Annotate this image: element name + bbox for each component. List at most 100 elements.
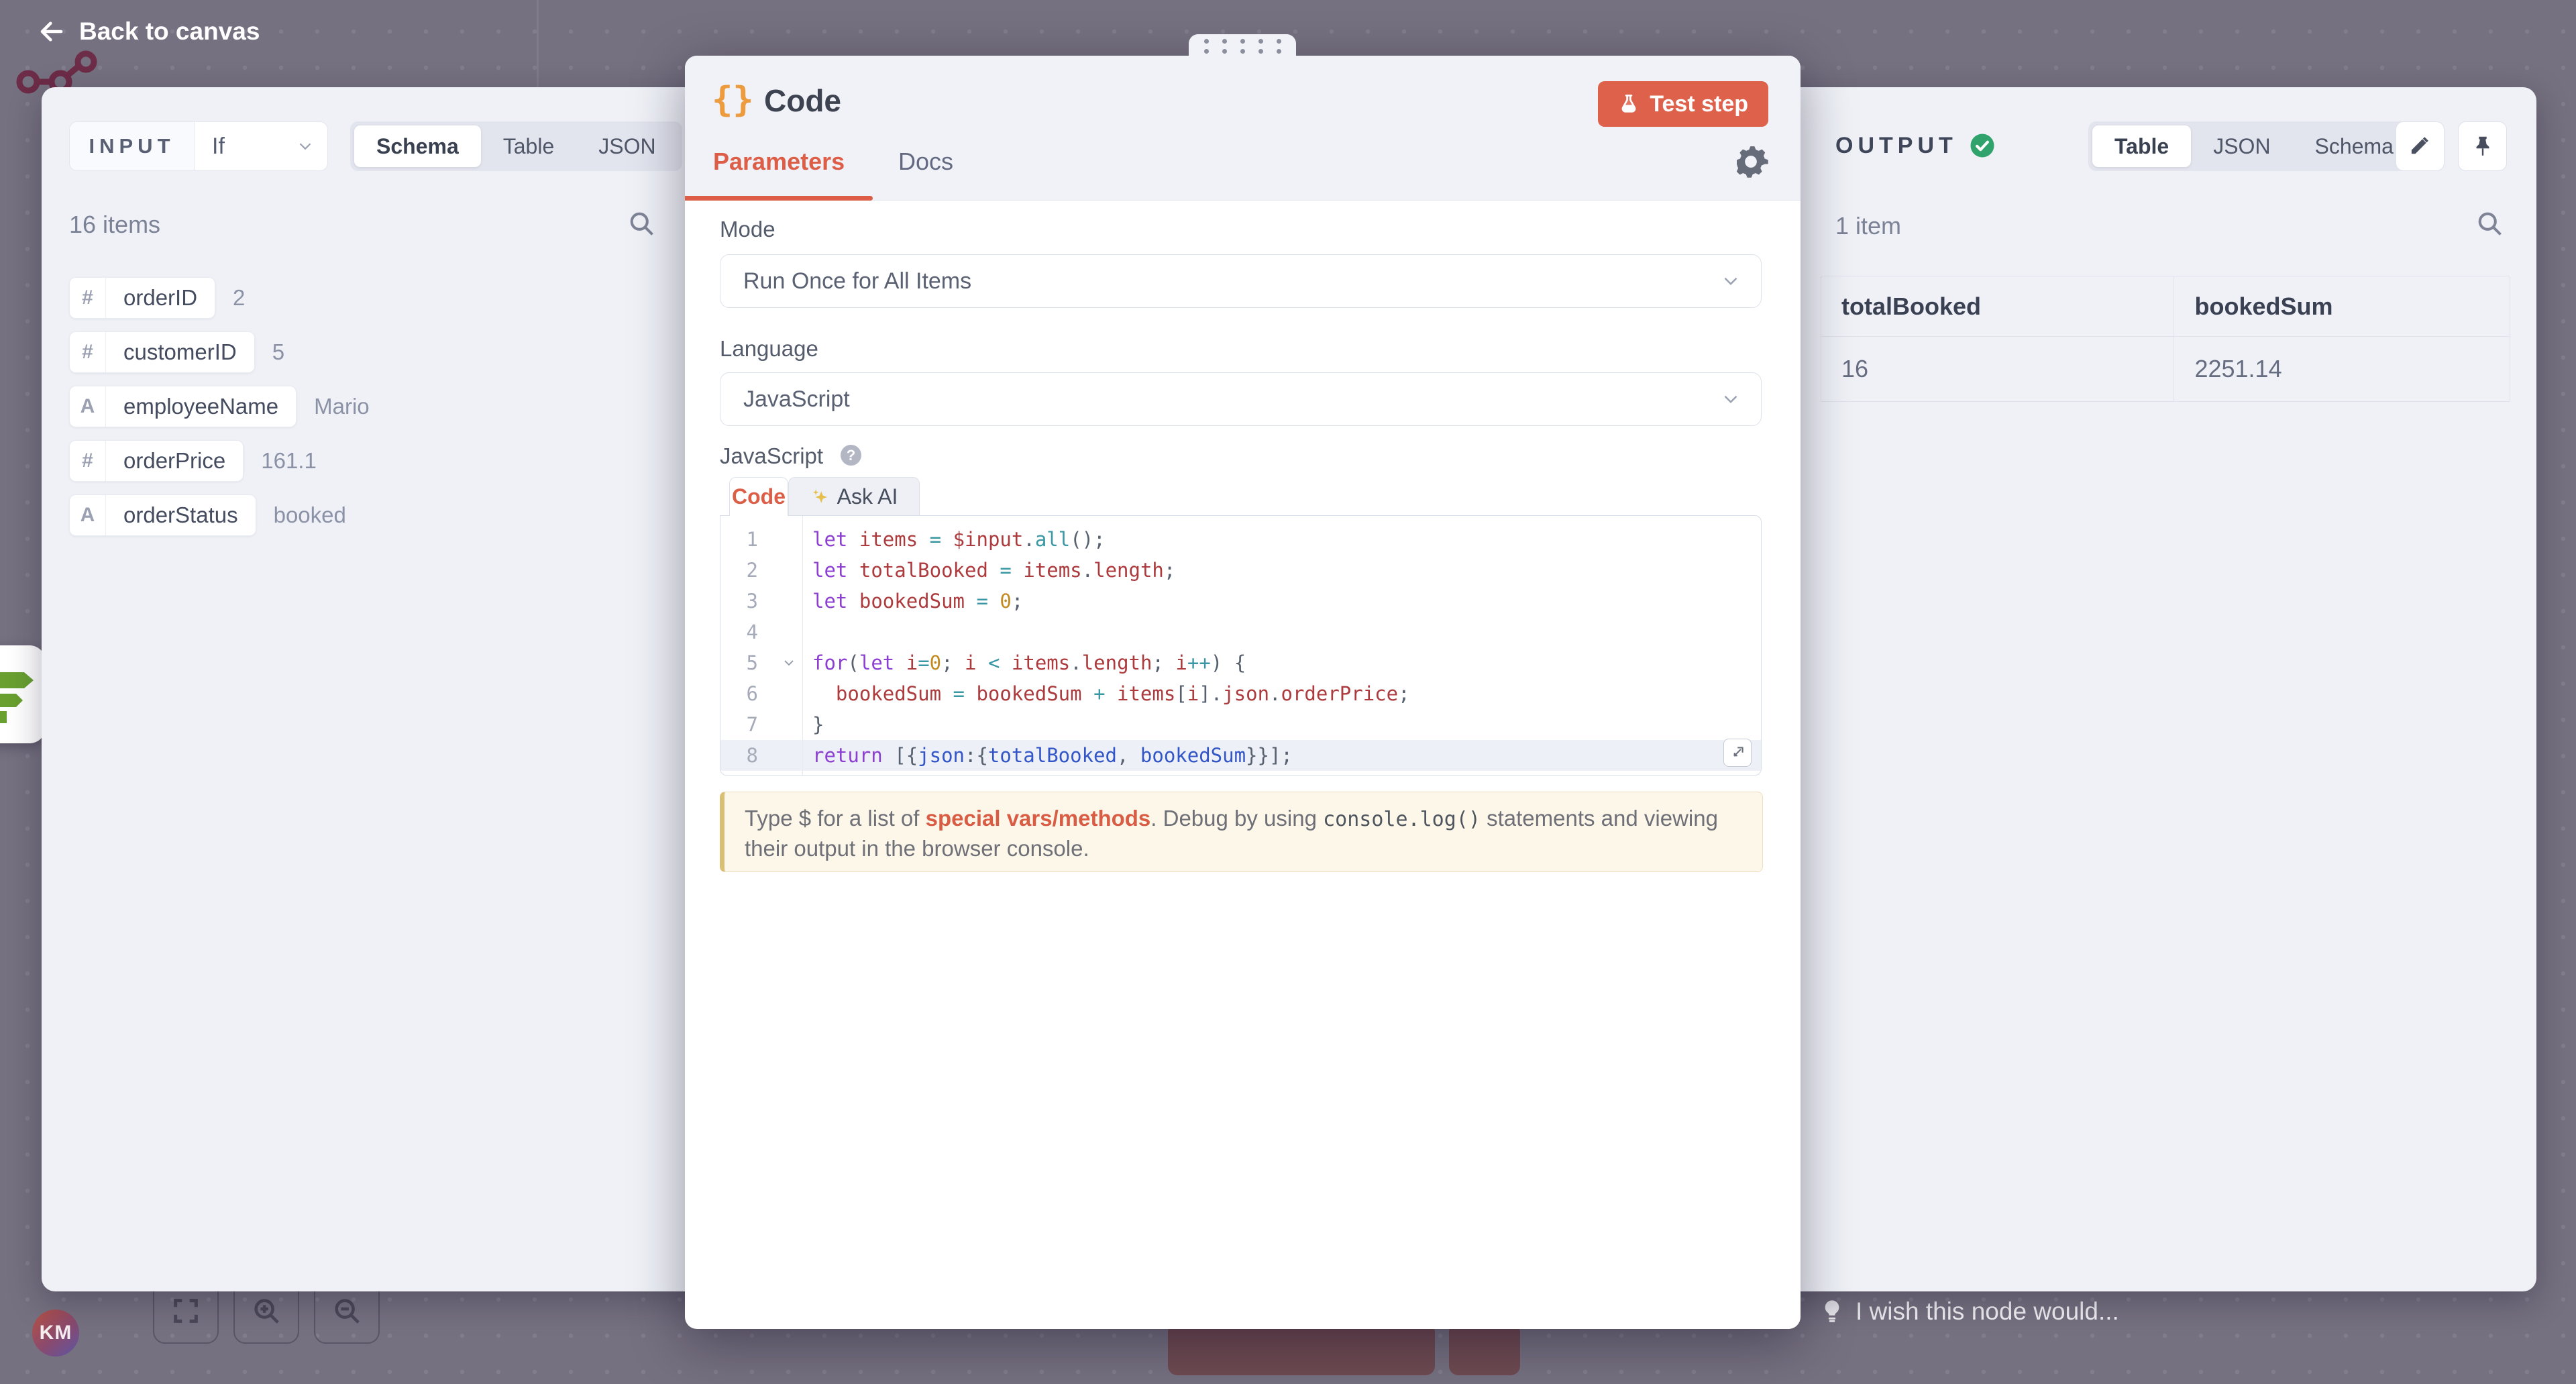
output-tab-table[interactable]: Table: [2092, 125, 2191, 167]
schema-field-pill[interactable]: AemployeeName: [69, 386, 297, 427]
field-value: 161.1: [261, 448, 317, 474]
test-step-button[interactable]: Test step: [1598, 81, 1768, 127]
node-title[interactable]: Code: [764, 83, 841, 119]
pin-icon: [2471, 134, 2495, 158]
output-column-header[interactable]: bookedSum: [2174, 276, 2510, 337]
output-column-header[interactable]: totalBooked: [1821, 276, 2174, 337]
zoom-in-icon: [251, 1295, 282, 1326]
chevron-down-icon: [295, 136, 315, 156]
schema-row[interactable]: #customerID5: [69, 331, 284, 373]
field-name: orderStatus: [106, 502, 256, 528]
code-line: bookedSum = bookedSum + items[i].json.or…: [812, 678, 1754, 709]
output-view-tabs: Table JSON Schema: [2088, 121, 2420, 171]
schema-row[interactable]: AemployeeName Mario: [69, 386, 370, 427]
pin-data-button[interactable]: [2458, 121, 2507, 171]
gutter-divider: [802, 516, 803, 775]
language-select[interactable]: JavaScript: [720, 372, 1762, 426]
code-node-icon: {}: [712, 80, 754, 120]
schema-row[interactable]: #orderPrice 161.1: [69, 440, 317, 482]
schema-field-pill[interactable]: #orderID: [69, 277, 215, 319]
n8n-node-detail-view: { "canvas": { "back_label": "Back to can…: [0, 0, 2576, 1384]
input-source-select[interactable]: INPUT If: [69, 121, 328, 171]
input-tab-json[interactable]: JSON: [576, 125, 678, 167]
back-to-canvas-button[interactable]: Back to canvas: [38, 17, 260, 46]
canvas-sticky-edge: [537, 0, 539, 89]
tab-parameters[interactable]: Parameters: [713, 142, 845, 182]
chevron-down-icon: [1719, 270, 1742, 292]
mode-select[interactable]: Run Once for All Items: [720, 254, 1762, 308]
if-node-peek[interactable]: [0, 645, 46, 743]
schema-row[interactable]: #orderID 2: [69, 277, 245, 319]
field-name: customerID: [106, 339, 254, 365]
gear-icon[interactable]: [1732, 143, 1770, 180]
fold-chevron-icon[interactable]: [781, 655, 797, 671]
back-to-canvas-label: Back to canvas: [79, 17, 260, 46]
output-table-cell[interactable]: 2251.14: [2174, 337, 2510, 402]
lightbulb-icon: [1819, 1297, 1845, 1326]
editor-tab-code[interactable]: Code: [729, 477, 788, 516]
user-avatar[interactable]: KM: [32, 1310, 79, 1356]
modal-header: {} Code Test step Parameters Docs: [685, 56, 1801, 201]
code-line: let bookedSum = 0;: [812, 586, 1754, 617]
line-number: 2: [720, 555, 802, 586]
node-feedback-button[interactable]: I wish this node would...: [1819, 1297, 2119, 1326]
input-tab-schema[interactable]: Schema: [354, 125, 481, 167]
output-search-icon[interactable]: [2475, 209, 2504, 238]
input-items-count: 16 items: [69, 211, 160, 239]
mode-label: Mode: [720, 217, 775, 242]
special-vars-link[interactable]: special vars/methods: [926, 806, 1151, 831]
help-icon[interactable]: [841, 445, 861, 466]
output-panel-label: OUTPUT: [1835, 133, 1957, 159]
language-value: JavaScript: [743, 386, 850, 413]
chevron-down-icon: [1719, 388, 1742, 411]
input-source-node-name: If: [212, 134, 225, 160]
arrow-left-icon: [38, 17, 66, 46]
code-line: return [{json:{totalBooked, bookedSum}}]…: [812, 740, 1754, 771]
success-check-icon: [1968, 131, 1996, 160]
zoom-to-fit-icon: [170, 1295, 201, 1326]
input-search-icon[interactable]: [627, 209, 656, 238]
active-tab-underline: [685, 196, 873, 201]
expand-icon: [1729, 744, 1746, 761]
line-number: 1: [720, 524, 802, 555]
output-items-count: 1 item: [1835, 212, 1901, 240]
tab-docs[interactable]: Docs: [898, 142, 953, 182]
test-step-label: Test step: [1650, 91, 1748, 117]
editor-tab-ask-ai[interactable]: Ask AI: [788, 477, 920, 516]
code-editor[interactable]: 12345678 let items = $input.all();let to…: [720, 515, 1762, 776]
line-number: 3: [720, 586, 802, 617]
input-tab-table[interactable]: Table: [481, 125, 577, 167]
editor-label: JavaScript: [720, 443, 823, 469]
code-editor-lines[interactable]: let items = $input.all();let totalBooked…: [812, 524, 1754, 771]
if-node-icon: [0, 657, 46, 731]
schema-field-pill[interactable]: #customerID: [69, 331, 255, 373]
code-line: let totalBooked = items.length;: [812, 555, 1754, 586]
avatar-initials: KM: [40, 1322, 72, 1344]
modal-drag-handle[interactable]: [1189, 34, 1296, 58]
flask-icon: [1618, 93, 1640, 115]
canvas-action-button-dimmed: [1449, 1323, 1520, 1375]
line-number: 6: [720, 678, 802, 709]
input-view-tabs: Schema Table JSON: [350, 121, 682, 171]
output-table-header: totalBookedbookedSum: [1821, 276, 2510, 337]
schema-row[interactable]: AorderStatus booked: [69, 494, 346, 536]
expand-editor-button[interactable]: [1723, 739, 1752, 767]
schema-field-pill[interactable]: #orderPrice: [69, 440, 244, 482]
code-node-modal: {} Code Test step Parameters Docs Mode R…: [685, 56, 1801, 1329]
field-value: booked: [274, 502, 346, 528]
field-type-icon: A: [70, 386, 106, 427]
output-table-row[interactable]: 162251.14: [1821, 337, 2510, 402]
field-type-icon: #: [70, 441, 106, 481]
execute-workflow-button-dimmed: [1168, 1323, 1435, 1375]
field-value: 2: [233, 285, 245, 311]
code-line: let items = $input.all();: [812, 524, 1754, 555]
field-value: Mario: [314, 394, 370, 419]
code-line: for(let i=0; i < items.length; i++) {: [812, 647, 1754, 678]
schema-field-pill[interactable]: AorderStatus: [69, 494, 256, 536]
line-number: 7: [720, 709, 802, 740]
output-tab-json[interactable]: JSON: [2191, 125, 2292, 167]
edit-output-button[interactable]: [2396, 121, 2445, 171]
output-table-cell[interactable]: 16: [1821, 337, 2174, 402]
field-type-icon: A: [70, 495, 106, 535]
line-number: 4: [720, 617, 802, 647]
